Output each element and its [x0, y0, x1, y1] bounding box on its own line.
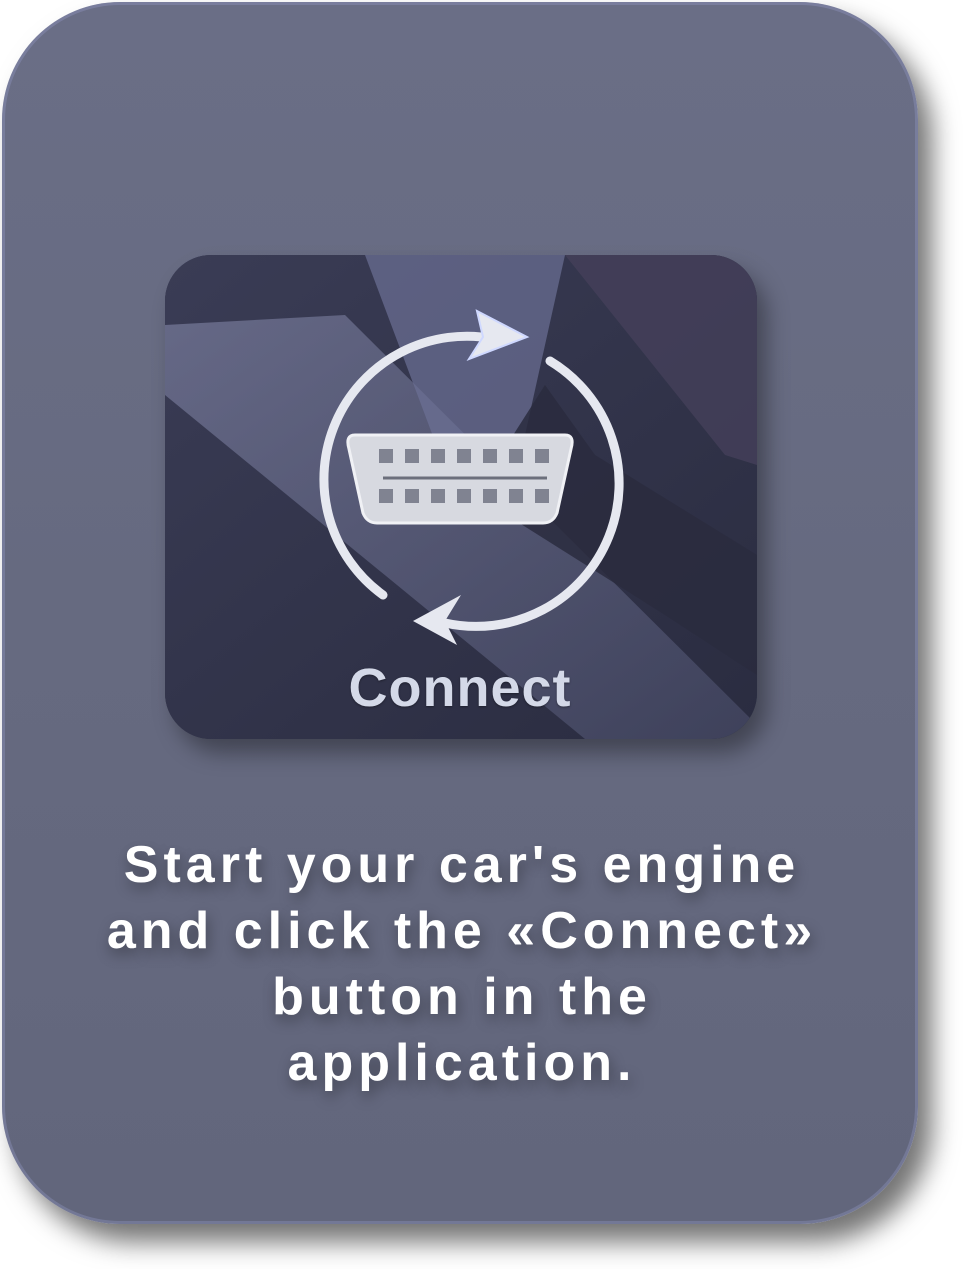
- instruction-card: Connect Start your car's engine and clic…: [2, 2, 918, 1224]
- instruction-line: application.: [287, 1034, 637, 1092]
- connect-button-label[interactable]: Connect: [2, 657, 918, 719]
- instruction-line: button in the: [272, 968, 652, 1026]
- instruction-text: Start your car's engine and click the «C…: [42, 832, 882, 1096]
- instruction-line: and click the «Connect»: [106, 902, 818, 960]
- instruction-line: Start your car's engine: [123, 836, 801, 894]
